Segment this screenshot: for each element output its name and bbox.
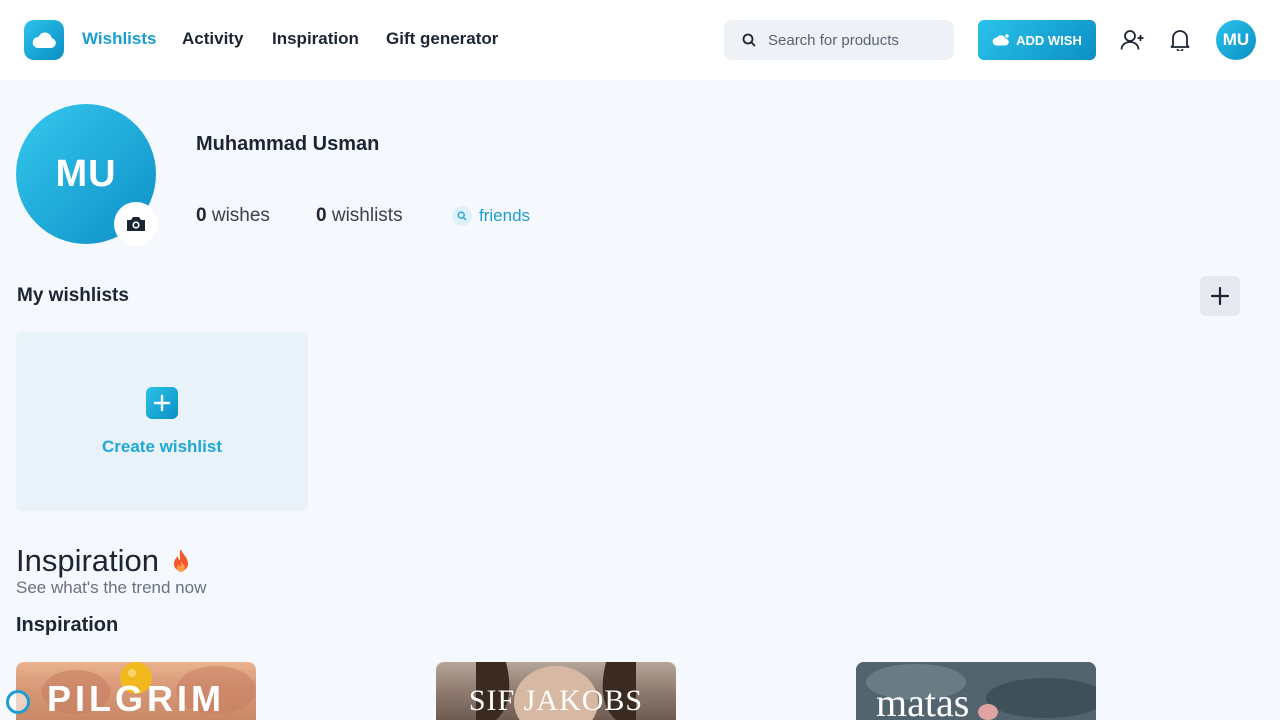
add-wish-label: ADD WISH [1016,32,1082,48]
inspiration-section-title: Inspiration [16,614,119,636]
user-avatar[interactable]: MU [1216,20,1256,60]
inspiration-card-pilgrim[interactable]: PILGRIM [16,662,256,720]
help-widget-icon[interactable] [6,690,30,714]
inspiration-subtitle: See what's the trend now [16,578,207,597]
inspiration-heading-text: Inspiration [16,543,160,578]
top-navbar: Wishlists Activity Inspiration Gift gene… [0,0,1280,80]
cloud-icon [32,32,56,48]
add-user-icon [1120,30,1144,50]
my-wishlists-title: My wishlists [17,285,129,306]
add-friend-button[interactable] [1119,26,1147,54]
wishes-label: wishes [211,205,270,226]
create-plus-icon [146,387,178,419]
wishes-count: 0 [196,205,207,226]
search-friends-icon [452,206,472,226]
wishlists-count: 0 [316,205,327,226]
nav-inspiration[interactable]: Inspiration [272,29,359,49]
cloud-plus-icon [992,34,1010,46]
plus-icon [1210,286,1230,306]
camera-icon [127,217,145,231]
wishes-stat[interactable]: 0 wishes [196,205,270,227]
nav-wishlists[interactable]: Wishlists [82,29,156,49]
friends-link[interactable]: friends [452,206,530,226]
create-wishlist-card[interactable]: Create wishlist [16,332,308,511]
inspiration-card-matas[interactable]: matas [856,662,1096,720]
bell-icon [1170,30,1190,51]
profile-name: Muhammad Usman [196,133,380,155]
friends-label: friends [479,206,531,225]
inspiration-heading: Inspiration [16,543,191,579]
change-photo-button[interactable] [116,204,156,244]
notifications-button[interactable] [1166,26,1194,54]
fire-icon [174,549,189,572]
nav-gift-generator[interactable]: Gift generator [386,29,498,49]
search-icon [742,33,756,47]
create-wishlist-label: Create wishlist [102,437,222,456]
inspiration-card-sif-jakobs[interactable]: SIF JAKOBS [436,662,676,720]
brand-name: PILGRIM [47,678,225,719]
brand-name: SIF JAKOBS [468,684,644,717]
app-logo[interactable] [24,20,64,60]
wishlists-stat[interactable]: 0 wishlists [316,205,403,227]
search-box [724,20,954,60]
wishlists-label: wishlists [331,205,403,226]
add-wish-button[interactable]: ADD WISH [978,20,1096,60]
search-input[interactable] [768,31,938,49]
add-wishlist-button[interactable] [1200,276,1240,316]
brand-name: matas [876,680,970,720]
nav-activity[interactable]: Activity [182,29,243,49]
